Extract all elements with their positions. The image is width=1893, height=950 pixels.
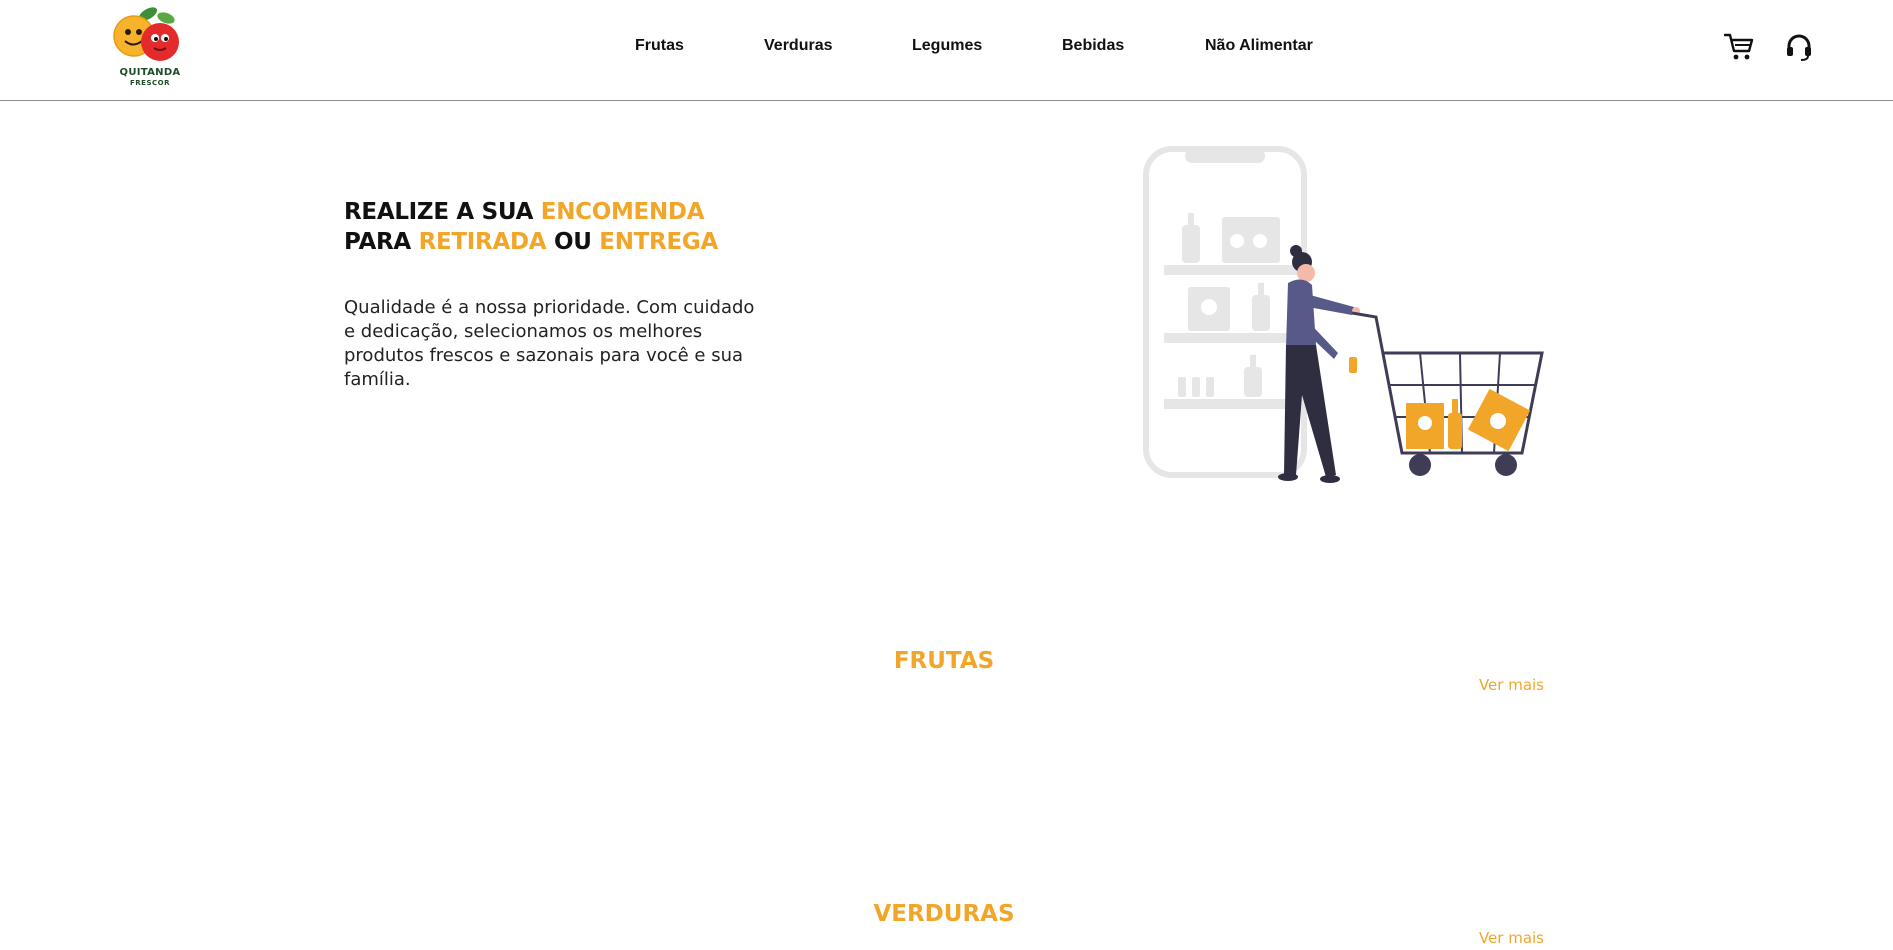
nav-item-bebidas[interactable]: Bebidas bbox=[1062, 37, 1124, 55]
logo-text-secondary: FRESCOR bbox=[130, 79, 170, 87]
logo-text-primary: QUITANDA bbox=[119, 67, 181, 78]
hero-title-part: REALIZE A SUA bbox=[344, 199, 541, 225]
hero-title-highlight: ENCOMENDA bbox=[540, 199, 705, 225]
nav-item-verduras[interactable]: Verduras bbox=[764, 37, 832, 55]
nav-item-frutas[interactable]: Frutas bbox=[635, 37, 684, 55]
nav-item-nao-alimentar[interactable]: Não Alimentar bbox=[1205, 37, 1313, 55]
hero-title-highlight: RETIRADA bbox=[418, 229, 547, 255]
nav-item-legumes[interactable]: Legumes bbox=[912, 37, 982, 55]
ver-mais-frutas-link[interactable]: Ver mais bbox=[1479, 676, 1544, 694]
main-nav: Frutas Verduras Legumes Bebidas Não Alim… bbox=[0, 37, 1893, 61]
cart-icon bbox=[1724, 33, 1754, 60]
shopping-cart-illustration bbox=[1143, 146, 1544, 483]
hero-title-highlight: ENTREGA bbox=[599, 229, 718, 255]
headset-icon bbox=[1787, 34, 1811, 61]
ver-mais-verduras-link[interactable]: Ver mais bbox=[1479, 929, 1544, 947]
cart-button[interactable] bbox=[1722, 30, 1756, 64]
hero-title-part: OU bbox=[546, 229, 600, 255]
site-header: QUITANDA FRESCOR Frutas Verduras Legumes… bbox=[0, 0, 1893, 101]
support-button[interactable] bbox=[1782, 30, 1816, 64]
hero-description: Qualidade é a nossa prioridade. Com cuid… bbox=[344, 297, 755, 390]
hero-title: REALIZE A SUA ENCOMENDA PARA RETIRADA OU… bbox=[344, 197, 864, 257]
section-title-verduras: VERDURAS bbox=[873, 901, 1015, 927]
section-title-frutas: FRUTAS bbox=[893, 648, 995, 674]
hero-title-part: PARA bbox=[344, 229, 419, 255]
